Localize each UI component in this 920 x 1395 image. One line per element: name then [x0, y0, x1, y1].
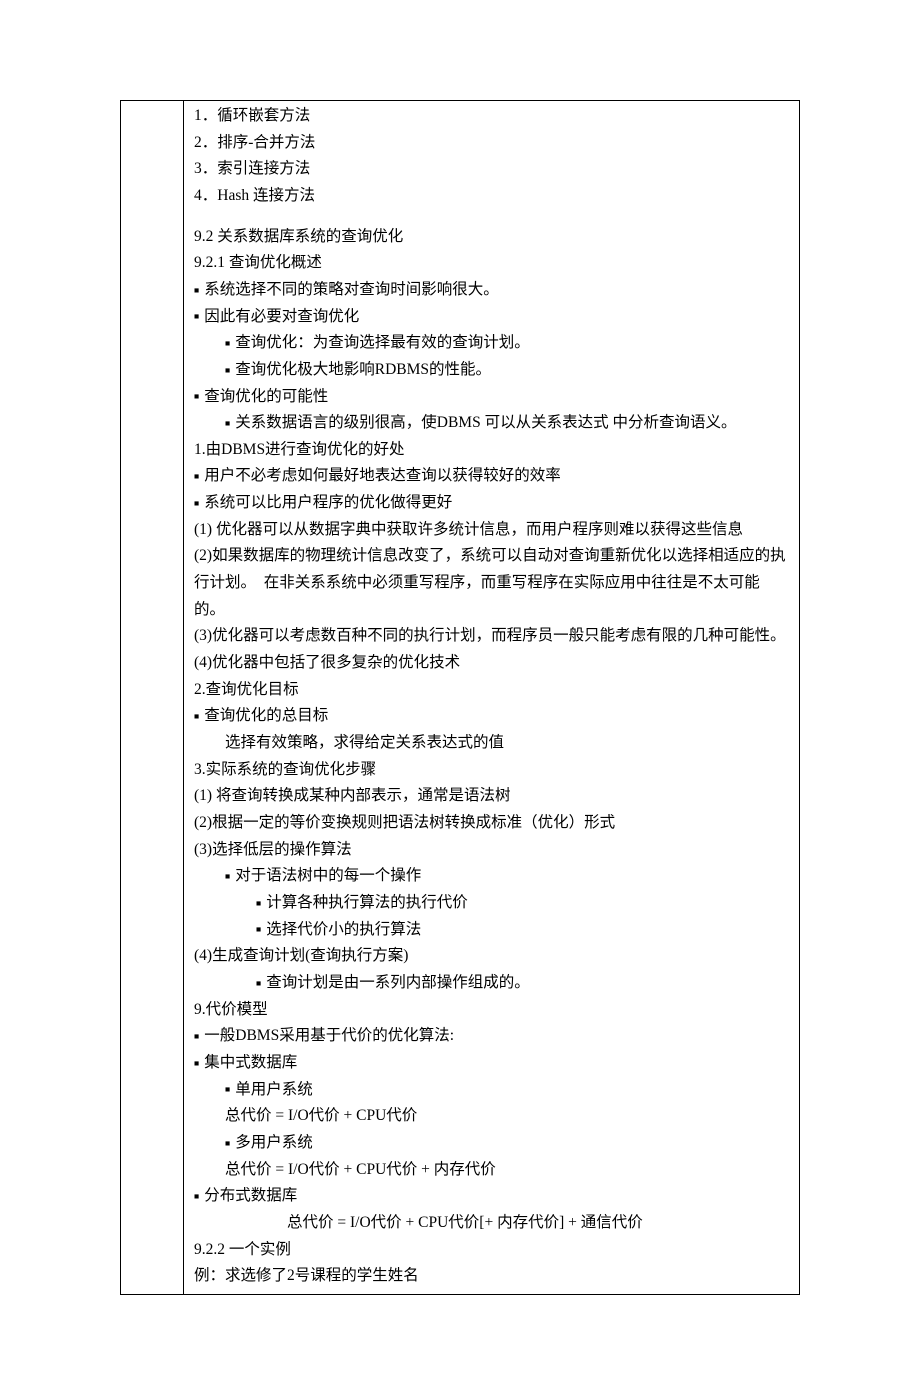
bullet-item: 系统选择不同的策略对查询时间影响很大。 [194, 277, 789, 304]
bullet-item: 计算各种执行算法的执行代价 [194, 890, 789, 917]
bullet-item: 关系数据语言的级别很高，使DBMS 可以从关系表达式 中分析查询语义。 [194, 410, 789, 437]
document-page: 1．循环嵌套方法 2．排序-合并方法 3．索引连接方法 4．Hash 连接方法 … [0, 0, 920, 1395]
bullet-item: 多用户系统 [194, 1130, 789, 1157]
heading: 9.2 关系数据库系统的查询优化 [194, 224, 789, 251]
bullet-item: 单用户系统 [194, 1077, 789, 1104]
text-line: (1) 优化器可以从数据字典中获取许多统计信息，而用户程序则难以获得这些信息 [194, 517, 789, 544]
bullet-item: 查询优化：为查询选择最有效的查询计划。 [194, 330, 789, 357]
text-line: (3)选择低层的操作算法 [194, 837, 789, 864]
text-line: 2.查询优化目标 [194, 677, 789, 704]
text-line: 3.实际系统的查询优化步骤 [194, 757, 789, 784]
text-line: 总代价 = I/O代价 + CPU代价 + 内存代价 [194, 1157, 789, 1184]
text-line: 例：求选修了2号课程的学生姓名 [194, 1263, 789, 1290]
spacer [194, 210, 789, 224]
text-line: 1．循环嵌套方法 [194, 103, 789, 130]
bullet-item: 系统可以比用户程序的优化做得更好 [194, 490, 789, 517]
bullet-item: 集中式数据库 [194, 1050, 789, 1077]
bullet-item: 选择代价小的执行算法 [194, 917, 789, 944]
bullet-item: 一般DBMS采用基于代价的优化算法: [194, 1023, 789, 1050]
heading: 9.2.2 一个实例 [194, 1237, 789, 1264]
bullet-item: 查询优化的总目标 [194, 703, 789, 730]
content-table: 1．循环嵌套方法 2．排序-合并方法 3．索引连接方法 4．Hash 连接方法 … [120, 100, 800, 1295]
text-line: (2)如果数据库的物理统计信息改变了，系统可以自动对查询重新优化以选择相适应的执… [194, 543, 789, 623]
content-cell: 1．循环嵌套方法 2．排序-合并方法 3．索引连接方法 4．Hash 连接方法 … [184, 101, 800, 1295]
text-line: 总代价 = I/O代价 + CPU代价[+ 内存代价] + 通信代价 [194, 1210, 789, 1237]
bullet-item: 因此有必要对查询优化 [194, 304, 789, 331]
heading: 9.2.1 查询优化概述 [194, 250, 789, 277]
text-line: 9.代价模型 [194, 997, 789, 1024]
text-line: (4)优化器中包括了很多复杂的优化技术 [194, 650, 789, 677]
text-line: 选择有效策略，求得给定关系表达式的值 [194, 730, 789, 757]
text-line: (2)根据一定的等价变换规则把语法树转换成标准（优化）形式 [194, 810, 789, 837]
text-line: 总代价 = I/O代价 + CPU代价 [194, 1103, 789, 1130]
text-line: 2．排序-合并方法 [194, 130, 789, 157]
text-line: (3)优化器可以考虑数百种不同的执行计划，而程序员一般只能考虑有限的几种可能性。 [194, 623, 789, 650]
text-line: 1.由DBMS进行查询优化的好处 [194, 437, 789, 464]
text-line: 3．索引连接方法 [194, 156, 789, 183]
bullet-item: 用户不必考虑如何最好地表达查询以获得较好的效率 [194, 463, 789, 490]
bullet-item: 查询计划是由一系列内部操作组成的。 [194, 970, 789, 997]
bullet-item: 查询优化的可能性 [194, 384, 789, 411]
bullet-item: 分布式数据库 [194, 1183, 789, 1210]
bullet-item: 查询优化极大地影响RDBMS的性能。 [194, 357, 789, 384]
text-line: (4)生成查询计划(查询执行方案) [194, 943, 789, 970]
left-column [121, 101, 184, 1295]
text-line: (1) 将查询转换成某种内部表示，通常是语法树 [194, 783, 789, 810]
bullet-item: 对于语法树中的每一个操作 [194, 863, 789, 890]
text-line: 4．Hash 连接方法 [194, 183, 789, 210]
